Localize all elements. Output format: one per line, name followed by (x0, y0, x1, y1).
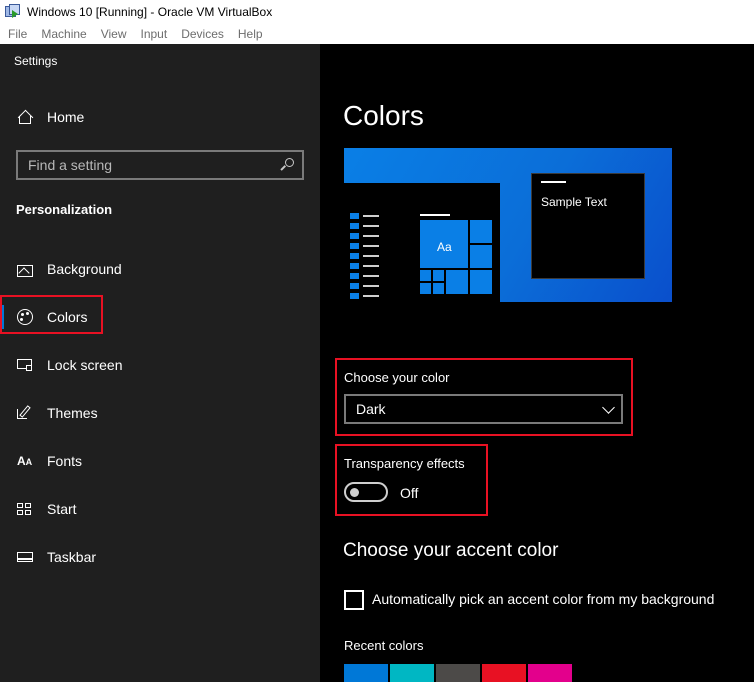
vm-menubar: File Machine View Input Devices Help (0, 24, 754, 44)
selection-indicator (0, 305, 4, 329)
preview-tile-large: Aa (420, 220, 468, 268)
transparency-state: Off (400, 485, 419, 501)
preview-tiles-header (420, 214, 450, 216)
choose-color-dropdown[interactable]: Dark (344, 394, 623, 424)
nav-home-label: Home (47, 109, 85, 125)
preview-tile-text: Aa (437, 240, 452, 254)
recent-colors-label: Recent colors (344, 638, 424, 653)
main-content: Colors Aa Sample Text Choose your color … (320, 44, 754, 682)
start-icon (17, 501, 33, 517)
preview-tile (446, 270, 468, 294)
settings-sidebar: Settings Home Personalization Background… (0, 44, 320, 682)
page-title: Colors (343, 100, 424, 131)
taskbar-icon (17, 549, 33, 565)
nav-item-taskbar[interactable]: Taskbar (0, 533, 320, 581)
preview-window: Sample Text (531, 173, 645, 279)
color-swatch[interactable] (436, 664, 480, 682)
preview-tile (470, 245, 492, 268)
preview-window-titlebar (541, 181, 566, 183)
nav-item-themes[interactable]: Themes (0, 389, 320, 437)
menu-input[interactable]: Input (141, 27, 168, 41)
choose-color-label: Choose your color (344, 370, 450, 385)
nav-item-label: Fonts (47, 453, 83, 469)
preview-tile (420, 283, 431, 294)
vm-window-title: Windows 10 [Running] - Oracle VM Virtual… (27, 5, 273, 19)
preview-tile (420, 270, 431, 281)
transparency-label: Transparency effects (344, 456, 465, 471)
preview-tile (433, 270, 444, 281)
font-icon: AA (17, 454, 33, 468)
color-preview: Aa Sample Text (344, 148, 672, 302)
nav-item-fonts[interactable]: AA Fonts (0, 437, 320, 485)
preview-tile (470, 270, 492, 294)
menu-machine[interactable]: Machine (41, 27, 86, 41)
preview-tiles: Aa (420, 220, 494, 302)
nav-item-start[interactable]: Start (0, 485, 320, 533)
nav-item-background[interactable]: Background (0, 245, 320, 293)
search-icon[interactable] (276, 156, 294, 174)
search-input[interactable] (18, 157, 276, 173)
toggle-knob (350, 488, 359, 497)
vm-window-titlebar: Windows 10 [Running] - Oracle VM Virtual… (0, 0, 754, 24)
color-swatch[interactable] (482, 664, 526, 682)
brush-icon (17, 405, 33, 421)
nav-item-label: Taskbar (47, 549, 97, 565)
nav-item-label: Themes (47, 405, 98, 421)
menu-view[interactable]: View (101, 27, 127, 41)
color-swatch[interactable] (344, 664, 388, 682)
annotation-highlight-transparency (335, 444, 488, 516)
nav-item-label: Colors (47, 309, 88, 325)
color-swatch[interactable] (390, 664, 434, 682)
preview-tile (433, 283, 444, 294)
transparency-toggle[interactable] (344, 482, 388, 502)
chevron-down-icon (602, 401, 615, 414)
color-swatch[interactable] (528, 664, 572, 682)
nav-item-label: Lock screen (47, 357, 123, 373)
preview-tile (470, 220, 492, 243)
recent-colors (344, 664, 572, 682)
preview-sample-text: Sample Text (541, 195, 607, 209)
menu-help[interactable]: Help (238, 27, 263, 41)
app-title: Settings (14, 54, 58, 68)
nav-list: Background Colors Lock screen Themes AA … (0, 245, 320, 581)
virtualbox-icon (5, 4, 21, 20)
choose-color-value: Dark (356, 401, 386, 417)
auto-accent-checkbox[interactable] (344, 590, 364, 610)
auto-accent-label[interactable]: Automatically pick an accent color from … (372, 591, 714, 607)
section-heading: Personalization (16, 202, 113, 217)
accent-color-heading: Choose your accent color (343, 540, 559, 561)
nav-item-label: Background (47, 261, 122, 277)
lock-screen-icon (17, 357, 33, 373)
nav-item-label: Start (47, 501, 77, 517)
preview-app-list (350, 212, 380, 302)
nav-home[interactable]: Home (0, 104, 320, 130)
nav-item-colors[interactable]: Colors (0, 293, 320, 341)
image-icon (17, 265, 33, 279)
nav-item-lock-screen[interactable]: Lock screen (0, 341, 320, 389)
search-box[interactable] (16, 150, 304, 180)
menu-file[interactable]: File (8, 27, 27, 41)
home-icon (17, 109, 34, 126)
palette-icon (17, 309, 33, 325)
menu-devices[interactable]: Devices (181, 27, 224, 41)
